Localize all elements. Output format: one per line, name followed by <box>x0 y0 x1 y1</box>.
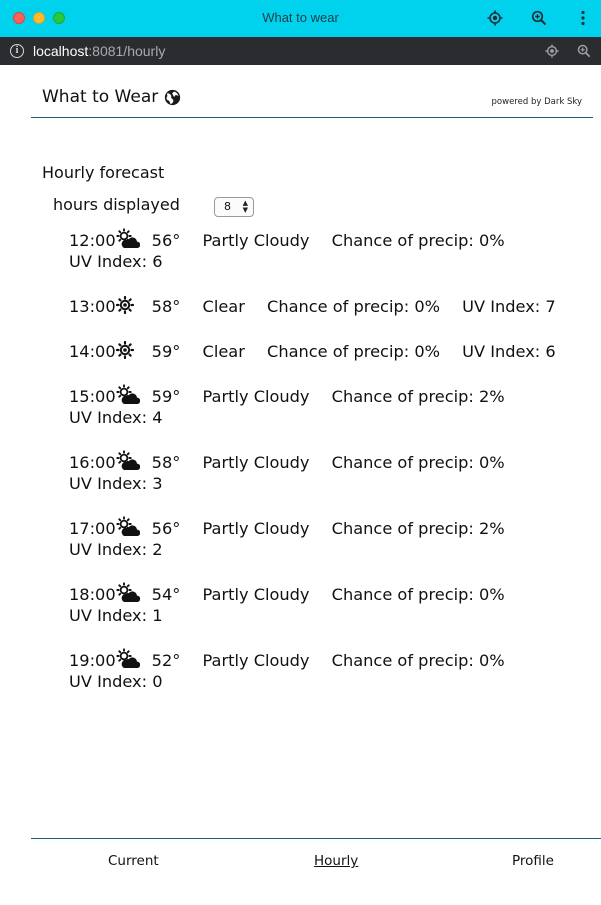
url-path: :8081/hourly <box>88 43 166 59</box>
section-title: Hourly forecast <box>42 163 165 182</box>
hour-temp: 59° <box>151 342 181 361</box>
hour-row: 17:00 56° Partly Cloudy Chance of precip:… <box>69 516 569 560</box>
more-menu-icon[interactable] <box>573 8 593 28</box>
hour-row: 19:00 52° Partly Cloudy Chance of precip:… <box>69 648 569 692</box>
hour-temp: 59° <box>151 387 181 406</box>
hour-time: 14:00 <box>69 342 116 361</box>
sun-icon <box>116 294 140 316</box>
info-icon[interactable]: i <box>10 44 24 58</box>
header-divider <box>31 117 593 118</box>
hour-row: 18:00 54° Partly Cloudy Chance of precip:… <box>69 582 569 626</box>
zoom-icon[interactable] <box>575 42 593 60</box>
hour-time: 16:00 <box>69 453 116 472</box>
hour-row: 15:00 59° Partly Cloudy Chance of precip:… <box>69 384 569 428</box>
hour-summary: Partly Cloudy <box>202 387 310 406</box>
hour-summary: Clear <box>202 342 245 361</box>
hour-uv: UV Index: 2 <box>69 540 163 559</box>
nav-profile-link[interactable]: Profile <box>512 853 554 869</box>
hour-temp: 58° <box>151 297 181 316</box>
hour-summary: Partly Cloudy <box>202 585 310 604</box>
hour-temp: 54° <box>151 585 181 604</box>
hour-row: 14:00 59° Clear Chance of precip: 0% UV I… <box>69 339 569 362</box>
nav-current-link[interactable]: Current <box>108 853 159 869</box>
hour-temp: 56° <box>151 231 181 250</box>
hour-summary: Clear <box>202 297 245 316</box>
url-host: localhost <box>33 43 89 59</box>
hour-uv: UV Index: 4 <box>69 408 163 427</box>
locate-icon[interactable] <box>543 42 561 60</box>
hour-summary: Partly Cloudy <box>202 231 310 250</box>
globe-icon <box>165 89 181 105</box>
address-bar[interactable]: i localhost:8081/hourly <box>0 37 601 65</box>
hour-precip: Chance of precip: 2% <box>331 387 505 406</box>
window-title: What to wear <box>262 10 339 25</box>
hour-summary: Partly Cloudy <box>202 651 310 670</box>
hours-displayed-label: hours displayed <box>53 195 180 214</box>
locate-icon[interactable] <box>485 8 505 28</box>
footer-divider <box>31 838 601 839</box>
hour-time: 19:00 <box>69 651 116 670</box>
hour-temp: 52° <box>151 651 181 670</box>
hourly-list: 12:00 56° Partly Cloudy Chance of precip:… <box>69 228 569 714</box>
hour-uv: UV Index: 1 <box>69 606 163 625</box>
hour-precip: Chance of precip: 0% <box>267 342 440 361</box>
nav-hourly-link[interactable]: Hourly <box>314 853 358 869</box>
hour-precip: Chance of precip: 0% <box>331 651 505 670</box>
window-titlebar: What to wear <box>0 0 601 37</box>
app-title-text: What to Wear <box>42 87 159 107</box>
hour-precip: Chance of precip: 0% <box>331 453 505 472</box>
partly-cloudy-icon <box>116 450 140 472</box>
hour-temp: 58° <box>151 453 181 472</box>
hour-row: 12:00 56° Partly Cloudy Chance of precip:… <box>69 228 569 272</box>
hour-uv: UV Index: 6 <box>69 252 163 271</box>
partly-cloudy-icon <box>116 648 140 670</box>
app-title: What to Wear <box>42 87 181 107</box>
hours-displayed-select[interactable]: 8 ▲ ▼ <box>214 197 254 217</box>
hour-precip: Chance of precip: 0% <box>267 297 440 316</box>
partly-cloudy-icon <box>116 516 140 538</box>
partly-cloudy-icon <box>116 228 140 250</box>
hour-time: 18:00 <box>69 585 116 604</box>
hour-uv: UV Index: 3 <box>69 474 163 493</box>
hours-displayed-value: 8 <box>224 200 231 213</box>
sun-icon <box>116 339 140 361</box>
partly-cloudy-icon <box>116 582 140 604</box>
powered-by-credit[interactable]: powered by Dark Sky <box>492 97 582 107</box>
hour-precip: Chance of precip: 0% <box>331 585 505 604</box>
hour-uv: UV Index: 6 <box>462 342 556 361</box>
zoom-icon[interactable] <box>529 8 549 28</box>
hour-uv: UV Index: 7 <box>462 297 556 316</box>
select-arrows-icon: ▲ ▼ <box>242 199 248 214</box>
hour-time: 12:00 <box>69 231 116 250</box>
hour-time: 17:00 <box>69 519 116 538</box>
hour-summary: Partly Cloudy <box>202 519 310 538</box>
hour-temp: 56° <box>151 519 181 538</box>
hour-precip: Chance of precip: 2% <box>331 519 505 538</box>
hour-summary: Partly Cloudy <box>202 453 310 472</box>
hour-uv: UV Index: 0 <box>69 672 163 691</box>
hour-time: 13:00 <box>69 297 116 316</box>
hour-row: 13:00 58° Clear Chance of precip: 0% UV I… <box>69 294 569 317</box>
partly-cloudy-icon <box>116 384 140 406</box>
hour-precip: Chance of precip: 0% <box>331 231 505 250</box>
hour-time: 15:00 <box>69 387 116 406</box>
hour-row: 16:00 58° Partly Cloudy Chance of precip:… <box>69 450 569 494</box>
url-text[interactable]: localhost:8081/hourly <box>33 43 165 59</box>
